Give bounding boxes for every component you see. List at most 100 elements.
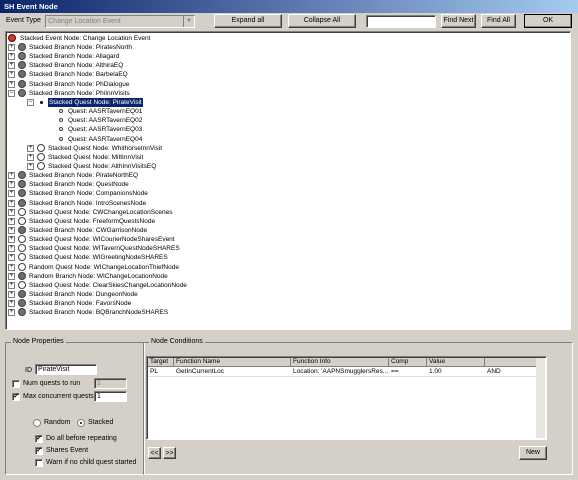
node-status-icon (18, 299, 26, 308)
node-status-icon (18, 271, 26, 280)
tree-item-label: Quest: AASRTavernEQ03 (68, 126, 143, 134)
expand-icon[interactable]: + (8, 227, 15, 234)
tree-item-label: Stacked Quest Node: CWChangeLocationScen… (29, 208, 173, 216)
prev-button[interactable]: << (148, 447, 161, 459)
col-header-function-info[interactable]: Function Info (291, 358, 389, 367)
collapse-all-button[interactable]: Collapse All (288, 14, 356, 28)
tree-item-label: Quest: AASRTavernEQ04 (68, 135, 143, 143)
find-next-button[interactable]: Find Next (441, 14, 476, 28)
expand-icon[interactable]: + (8, 62, 15, 70)
do-all-checkbox[interactable]: ✓ (35, 435, 43, 443)
expand-icon[interactable]: + (8, 272, 15, 280)
node-properties-label: Node Properties (11, 338, 66, 345)
find-all-button[interactable]: Find All (481, 14, 516, 28)
expand-icon[interactable]: + (8, 181, 15, 189)
search-input[interactable] (366, 15, 436, 28)
expand-icon[interactable]: + (8, 80, 15, 88)
tree-item-label: Stacked Quest Node: WICourierNodeSharesE… (29, 236, 175, 244)
tree-item-label: Stacked Branch Node: CWGarrisonNode (29, 227, 148, 234)
expand-icon[interactable]: + (8, 44, 15, 51)
warn-checkbox[interactable] (35, 459, 43, 467)
expand-icon[interactable]: + (27, 144, 34, 152)
expand-icon[interactable]: + (8, 245, 15, 253)
random-radio[interactable] (33, 419, 41, 427)
toolbar: Event Type Change Location Event ▼ Expan… (0, 13, 578, 30)
node-status-icon (18, 253, 26, 262)
node-status-icon (18, 262, 26, 271)
node-status-icon (18, 180, 26, 189)
node-status-icon (18, 61, 26, 70)
max-concurrent-checkbox[interactable]: ✓ (12, 393, 20, 401)
node-status-icon (18, 280, 26, 289)
expand-icon[interactable]: + (8, 208, 15, 216)
cell-op[interactable]: AND (485, 367, 537, 377)
expand-icon[interactable]: + (27, 153, 34, 161)
expand-icon[interactable]: + (8, 217, 15, 225)
warn-label: Warn if no child quest started (46, 459, 137, 466)
expand-icon[interactable]: + (8, 281, 15, 289)
col-header-target[interactable]: Target (148, 358, 174, 367)
expand-icon[interactable]: + (8, 291, 15, 299)
col-header-function-name[interactable]: Function Name (174, 358, 291, 367)
node-status-icon (18, 171, 26, 180)
max-concurrent-field[interactable] (94, 391, 127, 402)
node-status-icon (18, 79, 26, 88)
expand-icon[interactable]: + (8, 190, 15, 198)
cell-target[interactable]: PL (148, 367, 174, 377)
node-status-icon (18, 207, 26, 216)
node-status-icon (18, 290, 26, 299)
expand-icon[interactable]: + (27, 162, 34, 170)
collapse-icon[interactable]: − (27, 98, 34, 106)
stacked-radio[interactable] (77, 419, 85, 427)
col-header-op[interactable] (485, 358, 537, 367)
expand-icon[interactable]: + (8, 172, 15, 180)
collapse-icon[interactable]: − (8, 89, 15, 97)
expand-icon[interactable]: + (8, 300, 15, 308)
next-button[interactable]: >> (163, 447, 176, 459)
chevron-down-icon[interactable]: ▼ (183, 16, 194, 27)
event-type-dropdown[interactable]: Change Location Event ▼ (45, 15, 195, 28)
tree-item-label: Stacked Quest Node: PirateVisit (48, 97, 143, 107)
ok-button[interactable]: OK (524, 14, 572, 28)
cell-function-info[interactable]: Location: 'AAPNSmugglersRes... (291, 367, 389, 377)
node-status-icon (18, 52, 26, 61)
node-status-icon (18, 244, 26, 253)
expand-icon[interactable]: + (8, 236, 15, 244)
new-condition-button[interactable]: New (519, 446, 547, 460)
node-status-icon (18, 308, 26, 317)
num-quests-field[interactable] (94, 378, 127, 389)
col-header-comp[interactable]: Comp (389, 358, 427, 367)
table-scrollbar[interactable] (536, 358, 545, 438)
expand-icon[interactable]: + (8, 254, 15, 262)
node-conditions-label: Node Conditions (149, 338, 205, 345)
node-status-icon (37, 161, 45, 170)
expand-icon[interactable]: + (8, 199, 15, 207)
node-status-icon (18, 43, 26, 51)
tree-item-label: Stacked Branch Node: Allagard (29, 53, 120, 61)
max-concurrent-label: Max concurrent quests (23, 393, 94, 400)
id-field[interactable] (35, 364, 97, 375)
shares-event-checkbox[interactable]: ✓ (35, 447, 43, 455)
tree-item-label: Stacked Quest Node: WIGreetingNodeSHARES (29, 254, 168, 262)
expand-icon[interactable]: + (8, 309, 15, 317)
cell-function-name[interactable]: GetInCurrentLoc (174, 367, 291, 377)
num-quests-checkbox[interactable] (12, 380, 20, 388)
expand-icon[interactable]: + (8, 53, 15, 61)
event-type-label: Event Type (6, 17, 41, 24)
event-tree[interactable]: Stacked Event Node: Change Location Even… (5, 31, 571, 330)
expand-icon[interactable]: + (8, 71, 15, 79)
shares-event-label: Shares Event (46, 447, 89, 454)
num-quests-label: Num quests to run (23, 380, 81, 387)
conditions-table[interactable]: Target Function Name Function Info Comp … (146, 356, 547, 440)
expand-all-button[interactable]: Expand all (214, 14, 282, 28)
expand-icon[interactable]: + (8, 263, 15, 271)
tree-item-label: Stacked Branch Node: PhDialogue (29, 80, 130, 88)
col-header-value[interactable]: Value (427, 358, 485, 367)
cell-comp[interactable]: == (389, 367, 427, 377)
tree-item-label: Stacked Branch Node: AlthiraEQ (29, 62, 124, 70)
cell-value[interactable]: 1.00 (427, 367, 485, 377)
tree-item-label: Stacked Branch Node: QuestNode (29, 181, 129, 189)
node-status-icon (59, 127, 63, 132)
tree-item-label: Stacked Quest Node: FreeformQuestsNode (29, 217, 156, 225)
tree-item-label: Stacked Quest Node: WhithorseInnVisit (48, 144, 163, 152)
